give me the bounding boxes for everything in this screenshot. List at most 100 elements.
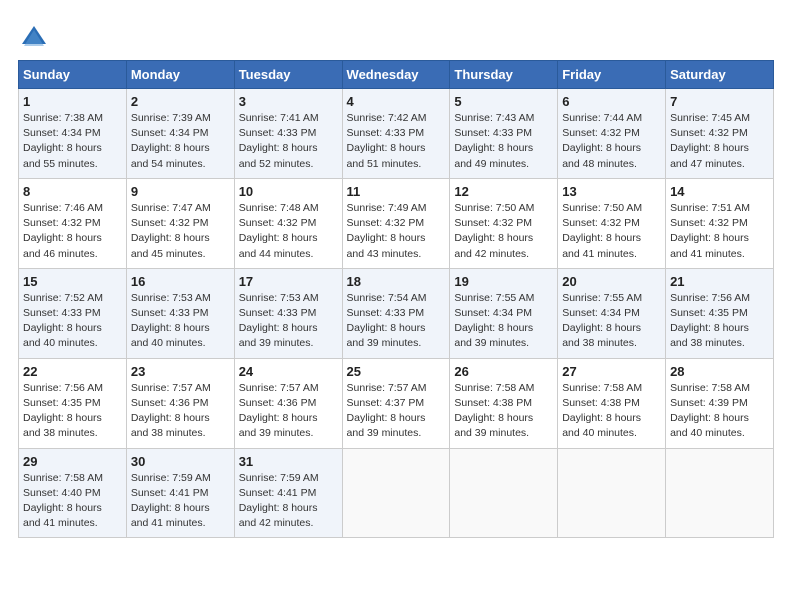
day-info: Sunrise: 7:46 AMSunset: 4:32 PMDaylight:…: [23, 201, 122, 262]
calendar-cell: 24 Sunrise: 7:57 AMSunset: 4:36 PMDayligh…: [234, 358, 342, 448]
calendar-cell: 26 Sunrise: 7:58 AMSunset: 4:38 PMDayligh…: [450, 358, 558, 448]
calendar-cell: 18 Sunrise: 7:54 AMSunset: 4:33 PMDayligh…: [342, 268, 450, 358]
day-number: 8: [23, 184, 122, 199]
calendar-table: SundayMondayTuesdayWednesdayThursdayFrid…: [18, 60, 774, 538]
day-info: Sunrise: 7:58 AMSunset: 4:38 PMDaylight:…: [562, 381, 661, 442]
day-number: 24: [239, 364, 338, 379]
calendar-cell: 16 Sunrise: 7:53 AMSunset: 4:33 PMDayligh…: [126, 268, 234, 358]
header-friday: Friday: [558, 61, 666, 89]
calendar-cell: 19 Sunrise: 7:55 AMSunset: 4:34 PMDayligh…: [450, 268, 558, 358]
day-number: 27: [562, 364, 661, 379]
day-number: 16: [131, 274, 230, 289]
day-number: 29: [23, 454, 122, 469]
calendar-cell: 6Sunrise: 7:44 AMSunset: 4:32 PMDaylight…: [558, 89, 666, 179]
calendar-cell: 1Sunrise: 7:38 AMSunset: 4:34 PMDaylight…: [19, 89, 127, 179]
calendar-week-row: 15 Sunrise: 7:52 AMSunset: 4:33 PMDayligh…: [19, 268, 774, 358]
day-info: Sunrise: 7:56 AMSunset: 4:35 PMDaylight:…: [23, 381, 122, 442]
header: [18, 18, 774, 54]
day-number: 11: [347, 184, 446, 199]
day-number: 30: [131, 454, 230, 469]
calendar-cell: 10 Sunrise: 7:48 AMSunset: 4:32 PMDayligh…: [234, 178, 342, 268]
calendar-week-row: 1Sunrise: 7:38 AMSunset: 4:34 PMDaylight…: [19, 89, 774, 179]
day-info: Sunrise: 7:58 AMSunset: 4:39 PMDaylight:…: [670, 381, 769, 442]
day-info: Sunrise: 7:52 AMSunset: 4:33 PMDaylight:…: [23, 291, 122, 352]
day-number: 9: [131, 184, 230, 199]
calendar-cell: 13 Sunrise: 7:50 AMSunset: 4:32 PMDayligh…: [558, 178, 666, 268]
day-number: 23: [131, 364, 230, 379]
day-info: Sunrise: 7:55 AMSunset: 4:34 PMDaylight:…: [562, 291, 661, 352]
day-number: 18: [347, 274, 446, 289]
day-info: Sunrise: 7:43 AMSunset: 4:33 PMDaylight:…: [454, 111, 553, 172]
day-info: Sunrise: 7:54 AMSunset: 4:33 PMDaylight:…: [347, 291, 446, 352]
calendar-cell: 2 Sunrise: 7:39 AMSunset: 4:34 PMDaylight…: [126, 89, 234, 179]
logo: [18, 22, 54, 54]
day-info: Sunrise: 7:50 AMSunset: 4:32 PMDaylight:…: [562, 201, 661, 262]
day-info: Sunrise: 7:59 AMSunset: 4:41 PMDaylight:…: [131, 471, 230, 532]
day-info: Sunrise: 7:56 AMSunset: 4:35 PMDaylight:…: [670, 291, 769, 352]
calendar-cell: 3 Sunrise: 7:41 AMSunset: 4:33 PMDaylight…: [234, 89, 342, 179]
calendar-week-row: 8 Sunrise: 7:46 AMSunset: 4:32 PMDaylight…: [19, 178, 774, 268]
day-number: 10: [239, 184, 338, 199]
day-info: Sunrise: 7:59 AMSunset: 4:41 PMDaylight:…: [239, 471, 338, 532]
day-number: 2: [131, 94, 230, 109]
day-info: Sunrise: 7:41 AMSunset: 4:33 PMDaylight:…: [239, 111, 338, 172]
day-info: Sunrise: 7:53 AMSunset: 4:33 PMDaylight:…: [239, 291, 338, 352]
logo-icon: [18, 22, 50, 54]
day-info: Sunrise: 7:45 AMSunset: 4:32 PMDaylight:…: [670, 111, 769, 172]
calendar-cell: 4 Sunrise: 7:42 AMSunset: 4:33 PMDaylight…: [342, 89, 450, 179]
calendar-cell: 7Sunrise: 7:45 AMSunset: 4:32 PMDaylight…: [666, 89, 774, 179]
calendar-cell: [450, 448, 558, 538]
day-info: Sunrise: 7:51 AMSunset: 4:32 PMDaylight:…: [670, 201, 769, 262]
day-number: 12: [454, 184, 553, 199]
day-number: 25: [347, 364, 446, 379]
calendar-header-row: SundayMondayTuesdayWednesdayThursdayFrid…: [19, 61, 774, 89]
calendar-cell: 23 Sunrise: 7:57 AMSunset: 4:36 PMDayligh…: [126, 358, 234, 448]
day-info: Sunrise: 7:48 AMSunset: 4:32 PMDaylight:…: [239, 201, 338, 262]
calendar-cell: 15 Sunrise: 7:52 AMSunset: 4:33 PMDayligh…: [19, 268, 127, 358]
day-info: Sunrise: 7:57 AMSunset: 4:37 PMDaylight:…: [347, 381, 446, 442]
day-info: Sunrise: 7:57 AMSunset: 4:36 PMDaylight:…: [131, 381, 230, 442]
day-number: 20: [562, 274, 661, 289]
day-number: 3: [239, 94, 338, 109]
calendar-cell: 17 Sunrise: 7:53 AMSunset: 4:33 PMDayligh…: [234, 268, 342, 358]
day-info: Sunrise: 7:58 AMSunset: 4:40 PMDaylight:…: [23, 471, 122, 532]
day-number: 19: [454, 274, 553, 289]
calendar-week-row: 22 Sunrise: 7:56 AMSunset: 4:35 PMDayligh…: [19, 358, 774, 448]
header-monday: Monday: [126, 61, 234, 89]
calendar-cell: [666, 448, 774, 538]
day-number: 15: [23, 274, 122, 289]
day-number: 26: [454, 364, 553, 379]
calendar-cell: 9Sunrise: 7:47 AMSunset: 4:32 PMDaylight…: [126, 178, 234, 268]
calendar-cell: 29 Sunrise: 7:58 AMSunset: 4:40 PMDayligh…: [19, 448, 127, 538]
day-number: 13: [562, 184, 661, 199]
day-info: Sunrise: 7:57 AMSunset: 4:36 PMDaylight:…: [239, 381, 338, 442]
header-wednesday: Wednesday: [342, 61, 450, 89]
day-number: 21: [670, 274, 769, 289]
calendar-cell: 27 Sunrise: 7:58 AMSunset: 4:38 PMDayligh…: [558, 358, 666, 448]
calendar-cell: 8 Sunrise: 7:46 AMSunset: 4:32 PMDaylight…: [19, 178, 127, 268]
day-number: 17: [239, 274, 338, 289]
day-info: Sunrise: 7:53 AMSunset: 4:33 PMDaylight:…: [131, 291, 230, 352]
calendar-cell: 22 Sunrise: 7:56 AMSunset: 4:35 PMDayligh…: [19, 358, 127, 448]
day-info: Sunrise: 7:50 AMSunset: 4:32 PMDaylight:…: [454, 201, 553, 262]
day-number: 22: [23, 364, 122, 379]
day-info: Sunrise: 7:39 AMSunset: 4:34 PMDaylight:…: [131, 111, 230, 172]
calendar-cell: 30 Sunrise: 7:59 AMSunset: 4:41 PMDayligh…: [126, 448, 234, 538]
calendar-cell: 21 Sunrise: 7:56 AMSunset: 4:35 PMDayligh…: [666, 268, 774, 358]
day-number: 4: [347, 94, 446, 109]
header-sunday: Sunday: [19, 61, 127, 89]
header-tuesday: Tuesday: [234, 61, 342, 89]
day-info: Sunrise: 7:58 AMSunset: 4:38 PMDaylight:…: [454, 381, 553, 442]
header-thursday: Thursday: [450, 61, 558, 89]
day-info: Sunrise: 7:49 AMSunset: 4:32 PMDaylight:…: [347, 201, 446, 262]
day-info: Sunrise: 7:42 AMSunset: 4:33 PMDaylight:…: [347, 111, 446, 172]
calendar-cell: 20 Sunrise: 7:55 AMSunset: 4:34 PMDayligh…: [558, 268, 666, 358]
calendar-cell: [558, 448, 666, 538]
calendar-week-row: 29 Sunrise: 7:58 AMSunset: 4:40 PMDayligh…: [19, 448, 774, 538]
day-number: 14: [670, 184, 769, 199]
day-info: Sunrise: 7:55 AMSunset: 4:34 PMDaylight:…: [454, 291, 553, 352]
day-number: 1: [23, 94, 122, 109]
calendar-cell: [342, 448, 450, 538]
calendar-cell: 28Sunrise: 7:58 AMSunset: 4:39 PMDayligh…: [666, 358, 774, 448]
header-saturday: Saturday: [666, 61, 774, 89]
